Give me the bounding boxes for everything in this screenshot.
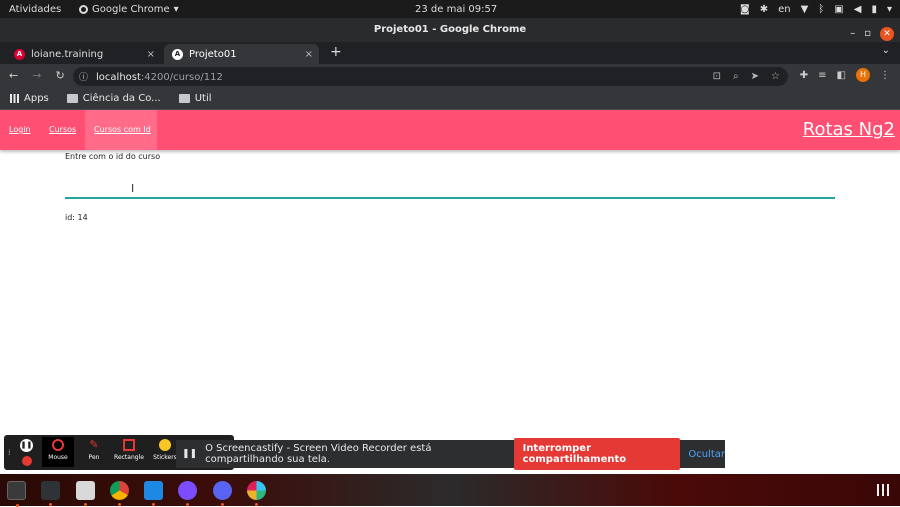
brand-logo-link[interactable]: Rotas Ng2	[803, 119, 895, 140]
tool-rectangle[interactable]: Rectangle	[113, 439, 145, 461]
window-title: Projeto01 - Google Chrome	[373, 24, 527, 35]
apps-grid-icon	[10, 94, 19, 103]
discord-tray-icon: ◙	[740, 3, 750, 15]
hide-button[interactable]: Ocultar	[688, 449, 725, 460]
system-top-bar: Atividades Google Chrome ▾ 23 de mai 09:…	[0, 0, 900, 18]
tab-strip: A loiane.training × A Projeto01 × + ⌄	[0, 42, 900, 64]
tool-mouse[interactable]: Mouse	[42, 437, 74, 467]
send-icon[interactable]: ➤	[751, 71, 759, 82]
bookmark-folder-ciencia[interactable]: Ciência da Co...	[66, 93, 161, 104]
pen-icon: ✎	[89, 438, 99, 451]
slack-icon[interactable]	[247, 481, 266, 506]
bluetooth-icon: ᛒ	[818, 3, 825, 15]
course-id-output: id: 14	[65, 213, 88, 222]
app-menu[interactable]: Google Chrome ▾	[79, 4, 179, 15]
activities-button[interactable]: Atividades	[9, 4, 61, 15]
nav-link-cursos[interactable]: Cursos	[49, 125, 76, 134]
folder-icon	[66, 94, 78, 103]
forward-arrow-icon[interactable]: →	[32, 69, 41, 82]
bookmark-star-icon[interactable]: ☆	[771, 71, 780, 82]
window-title-bar: Projeto01 - Google Chrome – ▫ ✕	[0, 18, 900, 42]
nav-link-login[interactable]: Login	[9, 125, 31, 134]
url-host: localhost	[96, 72, 141, 83]
course-id-input[interactable]	[65, 171, 835, 199]
drag-handle-icon[interactable]: ⁞	[8, 448, 11, 457]
ubuntu-dock	[0, 474, 900, 507]
app-navbar: Login Cursos Cursos com Id Rotas Ng2	[0, 110, 900, 150]
network-icon: ▣	[834, 3, 844, 15]
bookmark-apps[interactable]: Apps	[10, 93, 49, 104]
chrome-dock-icon[interactable]	[110, 481, 129, 506]
close-window-icon[interactable]: ✕	[880, 27, 894, 41]
vscode-icon[interactable]	[144, 481, 163, 506]
toolbar: ← → ↻ ⓘ localhost:4200/curso/112 ⊡ ⌕ ➤ ☆…	[0, 64, 900, 88]
bookmark-label: Ciência da Co...	[82, 93, 161, 104]
translate-icon[interactable]: ⊡	[713, 71, 721, 82]
close-tab-icon[interactable]: ×	[147, 49, 155, 60]
zoom-icon[interactable]: ⌕	[733, 71, 739, 82]
address-actions: ⊡ ⌕ ➤ ☆	[713, 71, 780, 82]
nav-link-cursos-com-id[interactable]: Cursos com Id	[94, 125, 151, 134]
wifi-icon: ▼	[800, 3, 809, 15]
tab-projeto01[interactable]: A Projeto01 ×	[164, 44, 319, 64]
stop-sharing-button[interactable]: Interromper compartilhamento	[513, 438, 681, 470]
info-icon[interactable]: ⓘ	[79, 70, 88, 83]
pause-icon[interactable]: ❚❚	[20, 439, 33, 452]
reload-icon[interactable]: ↻	[55, 69, 64, 82]
angular-favicon-icon: A	[14, 48, 25, 60]
side-panel-icon[interactable]: ◧	[837, 70, 846, 81]
address-bar[interactable]: ⓘ localhost:4200/curso/112 ⊡ ⌕ ➤ ☆	[73, 67, 788, 86]
show-apps-grid-icon[interactable]	[877, 484, 889, 496]
tab-label: Projeto01	[189, 48, 237, 60]
github-desktop-icon[interactable]	[178, 481, 197, 506]
tool-pen[interactable]: ✎ Pen	[78, 438, 110, 462]
close-tab-icon[interactable]: ×	[305, 49, 313, 60]
tool-label: Mouse	[48, 454, 68, 461]
profile-avatar[interactable]: H	[856, 68, 870, 82]
app-menu-label: Google Chrome	[92, 3, 170, 15]
extensions-area: ✚ ≡ ◧ H ⋮	[800, 68, 890, 82]
language-indicator[interactable]: en	[778, 4, 791, 15]
back-arrow-icon[interactable]: ←	[9, 69, 18, 82]
pause-share-icon: ❚❚	[182, 449, 198, 459]
tool-label: Pen	[88, 454, 100, 461]
new-tab-button[interactable]: +	[330, 44, 342, 60]
text-cursor-icon: I	[131, 182, 135, 195]
url-path: :4200/curso/112	[140, 72, 223, 83]
angular-favicon-icon: A	[172, 48, 183, 60]
bookmark-label: Apps	[24, 93, 49, 104]
reading-list-icon[interactable]: ≡	[818, 70, 826, 81]
volume-icon: ◀	[853, 3, 862, 15]
chevron-down-icon: ▾	[173, 3, 179, 15]
system-monitor-icon[interactable]	[41, 481, 60, 506]
folder-icon	[178, 94, 190, 103]
discord-icon[interactable]	[213, 481, 232, 506]
mouse-icon	[52, 439, 64, 451]
bookmarks-bar: Apps Ciência da Co... Util	[0, 88, 900, 110]
tab-loiane-training[interactable]: A loiane.training ×	[6, 44, 161, 64]
bookmark-label: Util	[194, 93, 212, 104]
terminal-icon[interactable]	[7, 481, 26, 507]
chrome-icon	[79, 4, 88, 14]
files-icon[interactable]	[76, 481, 95, 506]
stop-record-icon[interactable]	[22, 456, 32, 466]
menu-kebab-icon[interactable]: ⋮	[880, 70, 890, 81]
extensions-puzzle-icon[interactable]: ✚	[800, 70, 808, 81]
tool-label: Stickers	[153, 454, 177, 461]
screen-share-notification: ❚❚ O Screencastify - Screen Video Record…	[176, 438, 725, 470]
tab-search-chevron-icon[interactable]: ⌄	[882, 45, 890, 56]
sticker-smiley-icon	[159, 439, 171, 451]
clock[interactable]: 23 de mai 09:57	[415, 4, 497, 15]
slack-tray-icon: ✱	[759, 3, 769, 15]
tool-label: Rectangle	[114, 454, 144, 461]
chevron-down-icon: ▾	[886, 3, 892, 15]
tab-label: loiane.training	[31, 48, 104, 60]
system-tray[interactable]: ◙ ✱ en ▼ ᛒ ▣ ◀ ▮ ▾	[740, 4, 892, 15]
course-id-label: Entre com o id do curso	[65, 152, 161, 161]
rectangle-icon	[123, 439, 135, 451]
bookmark-folder-util[interactable]: Util	[178, 93, 212, 104]
share-message: O Screencastify - Screen Video Recorder …	[205, 443, 432, 465]
battery-icon: ▮	[871, 3, 877, 15]
nav-buttons: ← → ↻	[9, 69, 65, 82]
